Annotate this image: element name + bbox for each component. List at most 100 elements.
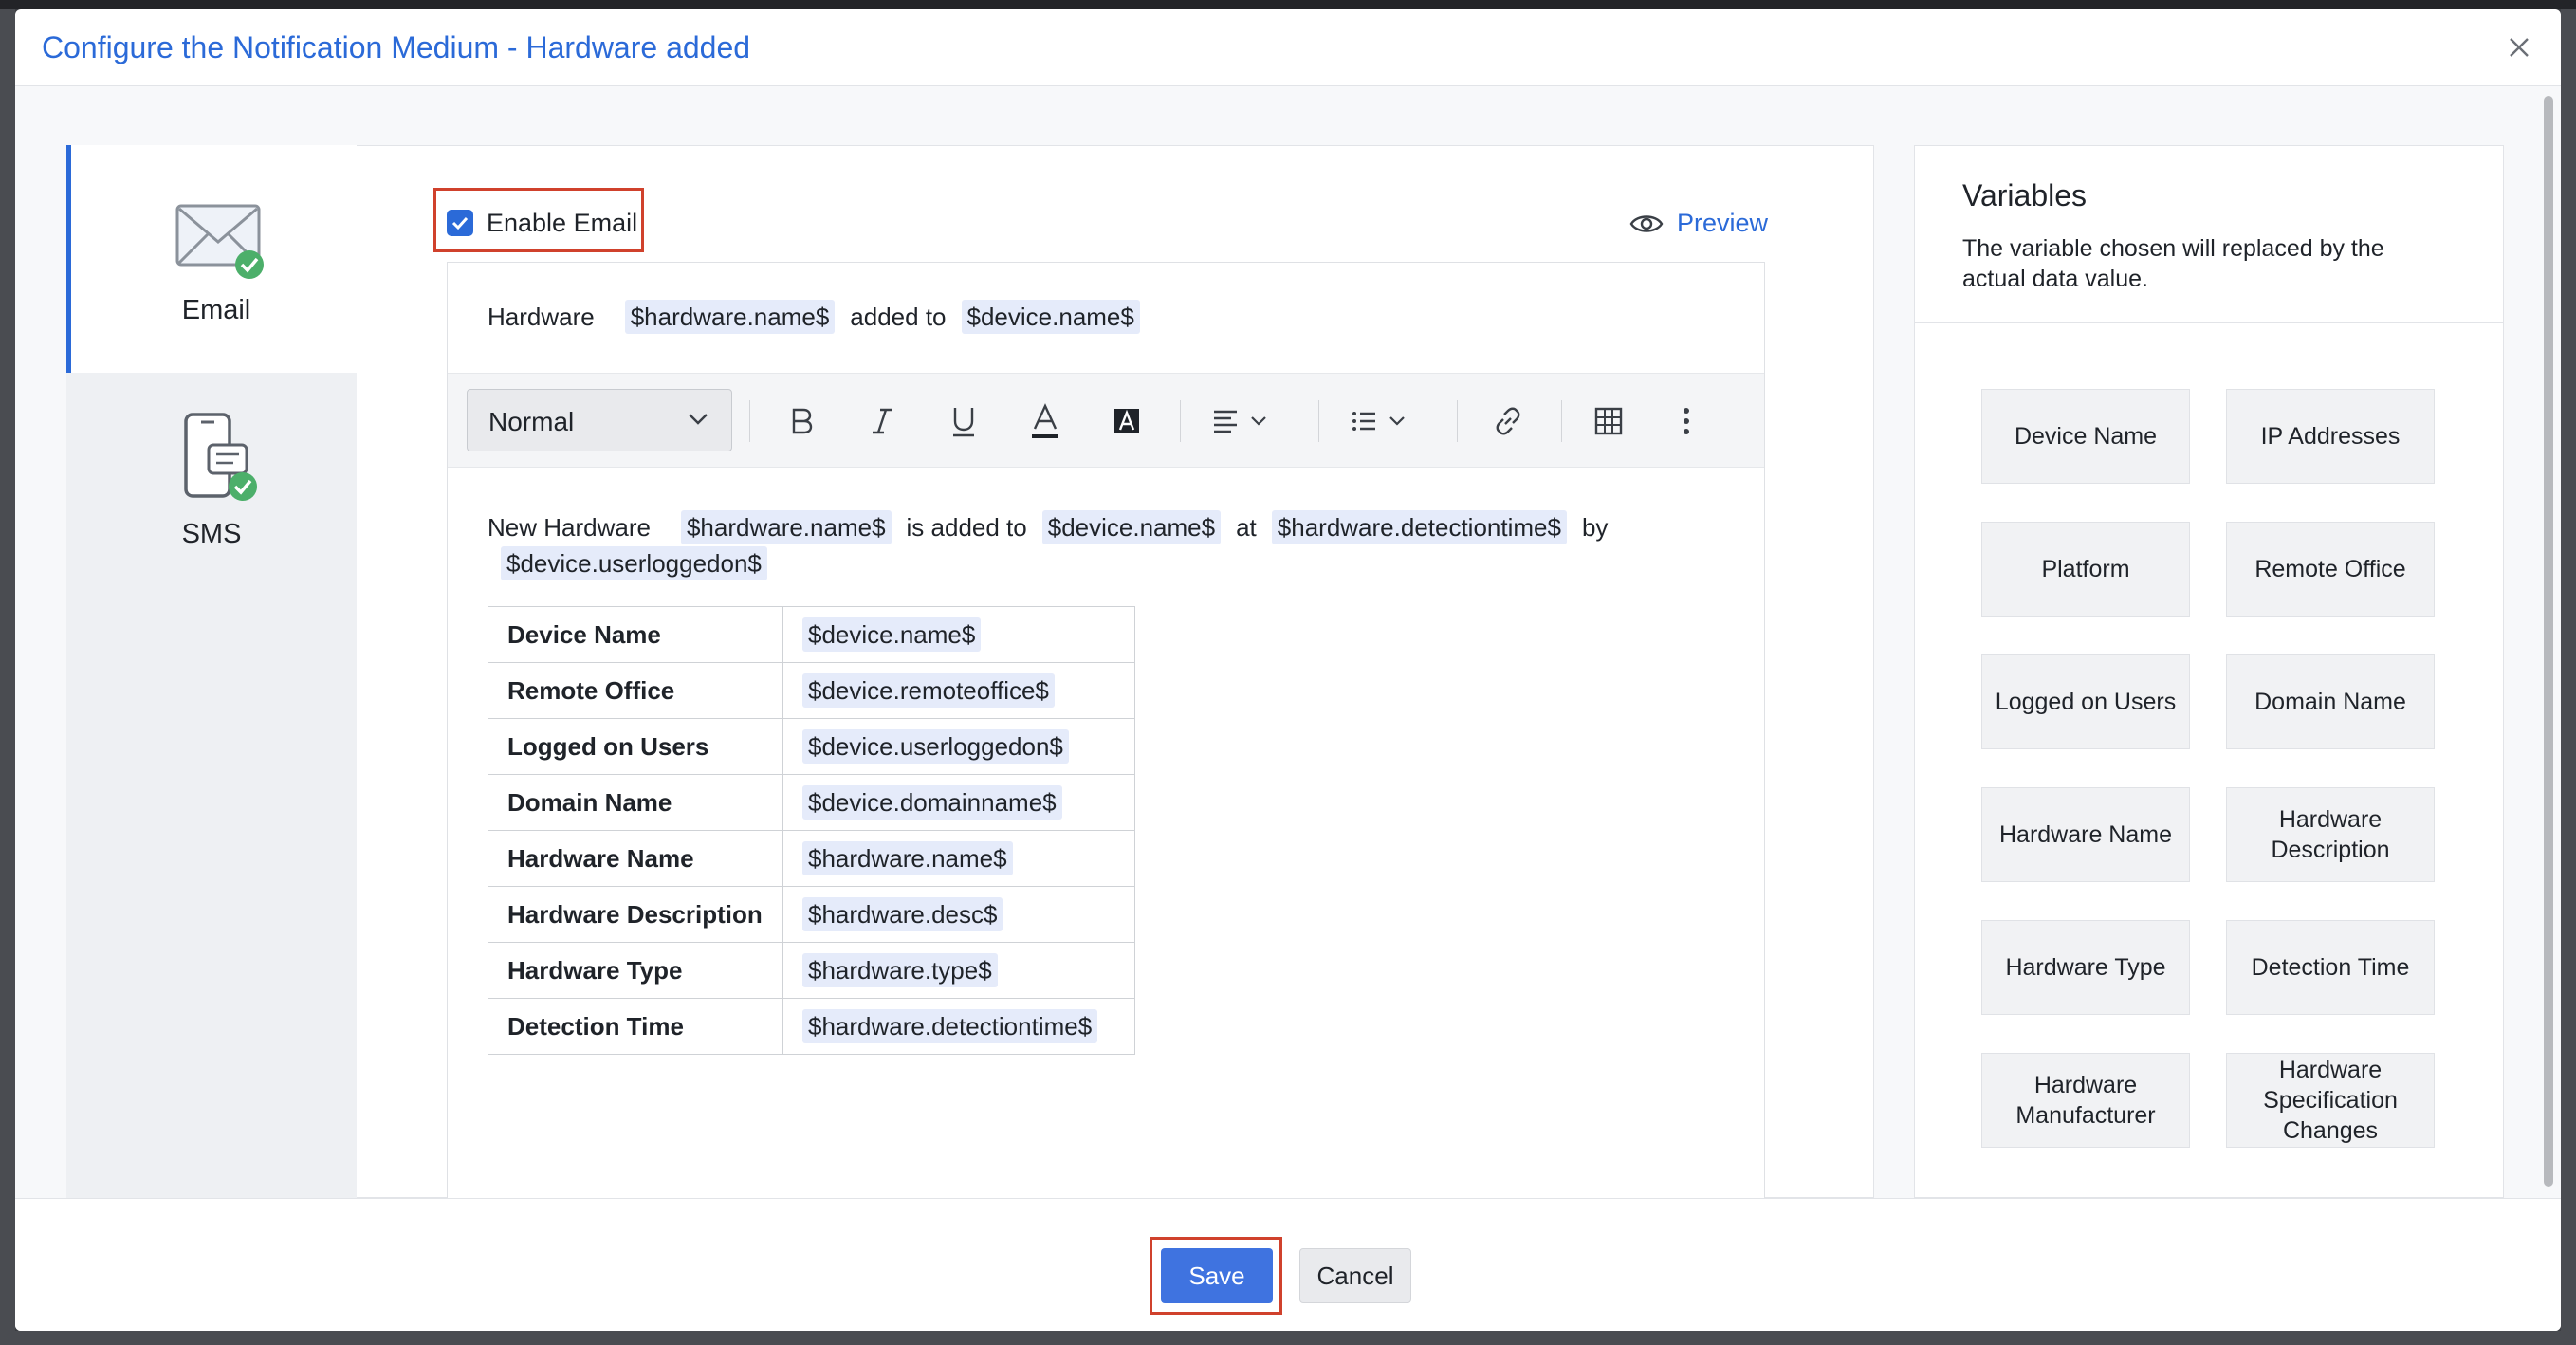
body-text: is added to bbox=[906, 513, 1027, 542]
table-row: Device Name $device.name$ bbox=[488, 606, 1135, 663]
variable-button[interactable]: Hardware Name bbox=[1981, 787, 2190, 882]
scrollbar[interactable] bbox=[2542, 86, 2555, 1198]
nav-label-sms: SMS bbox=[181, 519, 242, 549]
nav-item-email[interactable]: Email bbox=[66, 145, 357, 373]
divider bbox=[1915, 322, 2503, 323]
table-row: Domain Name $device.domainname$ bbox=[488, 774, 1135, 831]
toolbar-separator bbox=[1318, 400, 1319, 442]
background-right-edge bbox=[2561, 9, 2576, 1345]
toolbar-separator bbox=[1561, 400, 1562, 442]
table-value: $hardware.type$ bbox=[782, 942, 1135, 999]
variable-button[interactable]: Detection Time bbox=[2226, 920, 2435, 1015]
body-line-1: New Hardware $hardware.name$ is added to $d… bbox=[488, 509, 1720, 545]
variable-button[interactable]: IP Addresses bbox=[2226, 389, 2435, 484]
more-icon[interactable] bbox=[1664, 398, 1709, 444]
table-row: Hardware Name $hardware.name$ bbox=[488, 830, 1135, 887]
paragraph-format-select[interactable]: Normal bbox=[467, 389, 732, 451]
checkmark-icon bbox=[451, 216, 469, 230]
variables-description: The variable chosen will replaced by the… bbox=[1962, 235, 2384, 292]
sms-icon bbox=[184, 413, 257, 501]
preview-label: Preview bbox=[1677, 209, 1769, 237]
body-text: at bbox=[1236, 513, 1257, 542]
subject-text-part: Hardware bbox=[488, 303, 595, 331]
scroll-thumb[interactable] bbox=[2544, 96, 2553, 1187]
background-left-edge bbox=[0, 9, 15, 1345]
email-editor: Hardware $hardware.name$ added to $device.n… bbox=[447, 262, 1765, 1210]
font-color-icon[interactable] bbox=[1022, 398, 1068, 444]
variable-button[interactable]: Device Name bbox=[1981, 389, 2190, 484]
table-key: Domain Name bbox=[488, 774, 783, 831]
table-row: Logged on Users $device.userloggedon$ bbox=[488, 718, 1135, 775]
save-button[interactable]: Save bbox=[1161, 1248, 1273, 1303]
variable-button[interactable]: Hardware Specification Changes bbox=[2226, 1053, 2435, 1148]
format-value: Normal bbox=[488, 407, 575, 436]
variable-chip: $device.userloggedon$ bbox=[802, 728, 1069, 764]
table-row: Detection Time $hardware.detectiontime$ bbox=[488, 998, 1135, 1055]
variable-chip: $hardware.name$ bbox=[802, 840, 1013, 875]
table-value: $device.userloggedon$ bbox=[782, 718, 1135, 775]
italic-icon[interactable] bbox=[859, 398, 905, 444]
variable-chip: $hardware.desc$ bbox=[802, 896, 1003, 931]
table-value: $device.remoteoffice$ bbox=[782, 662, 1135, 719]
variable-button[interactable]: Hardware Description bbox=[2226, 787, 2435, 882]
table-value: $hardware.name$ bbox=[782, 830, 1135, 887]
hardware-info-table: Device Name $device.name$ Remote Office … bbox=[488, 606, 1135, 1055]
enable-email-checkbox[interactable] bbox=[447, 210, 473, 236]
body-text: New Hardware bbox=[488, 513, 651, 542]
table-key: Remote Office bbox=[488, 662, 783, 719]
variable-button[interactable]: Logged on Users bbox=[1981, 654, 2190, 749]
cancel-button[interactable]: Cancel bbox=[1299, 1248, 1411, 1303]
variable-button[interactable]: Remote Office bbox=[2226, 522, 2435, 617]
table-icon[interactable] bbox=[1586, 398, 1631, 444]
variable-chip: $hardware.detectiontime$ bbox=[1271, 510, 1567, 544]
variables-title: Variables bbox=[1962, 178, 2088, 212]
variable-chip: $device.userloggedon$ bbox=[501, 546, 767, 580]
table-row: Hardware Description $hardware.desc$ bbox=[488, 886, 1135, 943]
variable-button[interactable]: Platform bbox=[1981, 522, 2190, 617]
email-body[interactable]: New Hardware $hardware.name$ is added to $d… bbox=[488, 509, 1720, 581]
toolbar-separator bbox=[1457, 400, 1458, 442]
variable-chip: $hardware.name$ bbox=[624, 300, 836, 334]
background-bottom-edge bbox=[15, 1331, 2561, 1345]
variable-chip: $hardware.type$ bbox=[802, 952, 998, 987]
background-app-bar bbox=[0, 0, 2576, 9]
variable-chip: $device.domainname$ bbox=[802, 784, 1062, 820]
variable-chip: $device.name$ bbox=[802, 617, 982, 652]
subject-text: Hardware $hardware.name$ added to $device.n… bbox=[488, 300, 1140, 334]
table-value: $device.domainname$ bbox=[782, 774, 1135, 831]
email-icon bbox=[175, 204, 264, 279]
variable-chip: $hardware.detectiontime$ bbox=[802, 1008, 1098, 1043]
body-line-2: $device.userloggedon$ bbox=[488, 545, 1720, 581]
table-row: Remote Office $device.remoteoffice$ bbox=[488, 662, 1135, 719]
dialog-title: Configure the Notification Medium - Hard… bbox=[42, 30, 751, 64]
variable-chip: $device.remoteoffice$ bbox=[802, 672, 1055, 708]
nav-item-sms[interactable]: SMS bbox=[66, 373, 357, 600]
variables-panel: Variables The variable chosen will repla… bbox=[1914, 145, 2504, 1198]
highlight-icon[interactable] bbox=[1104, 398, 1150, 444]
subject-field[interactable]: Hardware $hardware.name$ added to $device.n… bbox=[448, 263, 1764, 374]
nav-label-email: Email bbox=[181, 295, 251, 325]
variable-button[interactable]: Hardware Type bbox=[1981, 920, 2190, 1015]
editor-toolbar: Normal bbox=[448, 374, 1764, 468]
table-key: Detection Time bbox=[488, 998, 783, 1055]
table-key: Device Name bbox=[488, 606, 783, 663]
table-value: $hardware.detectiontime$ bbox=[782, 998, 1135, 1055]
toolbar-separator bbox=[749, 400, 750, 442]
toolbar-separator bbox=[1180, 400, 1181, 442]
variable-button[interactable]: Hardware Manufacturer bbox=[1981, 1053, 2190, 1148]
underline-icon[interactable] bbox=[941, 398, 986, 444]
variable-button[interactable]: Domain Name bbox=[2226, 654, 2435, 749]
table-key: Hardware Name bbox=[488, 830, 783, 887]
bold-icon[interactable] bbox=[778, 398, 823, 444]
dialog-footer: Save Cancel bbox=[15, 1198, 2561, 1331]
eye-icon bbox=[1629, 215, 1664, 232]
enable-email-label: Enable Email bbox=[487, 209, 638, 237]
body-text: by bbox=[1581, 513, 1609, 542]
link-icon[interactable] bbox=[1485, 398, 1531, 444]
notification-medium-dialog: Configure the Notification Medium - Hard… bbox=[15, 9, 2561, 1331]
close-icon[interactable] bbox=[2506, 34, 2532, 61]
table-key: Hardware Type bbox=[488, 942, 783, 999]
align-icon[interactable] bbox=[1205, 398, 1280, 444]
list-icon[interactable] bbox=[1343, 398, 1419, 444]
variable-chip: $hardware.name$ bbox=[680, 510, 892, 544]
